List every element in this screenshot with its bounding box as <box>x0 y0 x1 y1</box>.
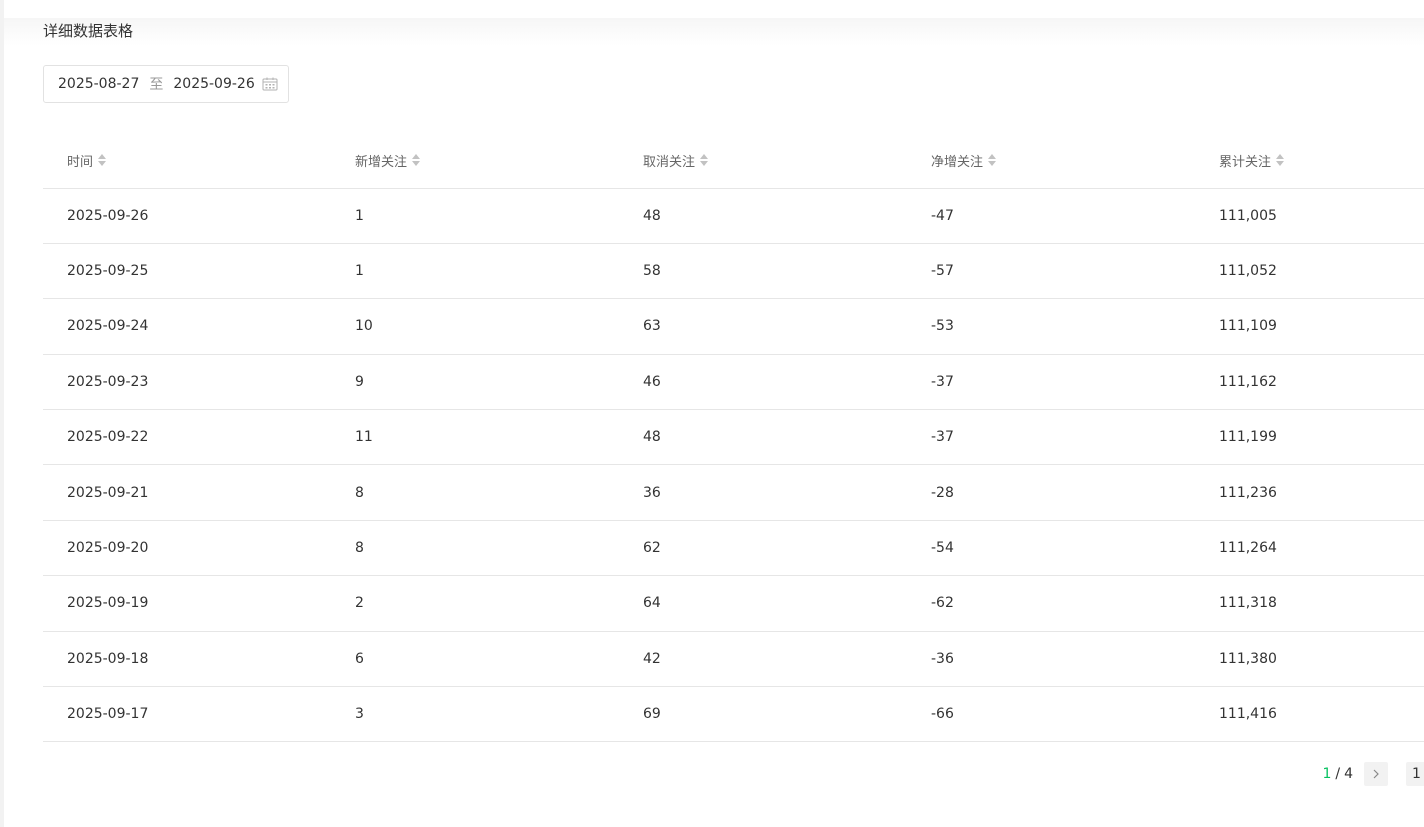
table-cell: 48 <box>619 188 907 244</box>
column-header-label: 新增关注 <box>355 154 408 170</box>
table-cell: 111,416 <box>1195 686 1424 743</box>
table-cell: 2025-09-24 <box>43 298 331 355</box>
table-cell: 111,318 <box>1195 575 1424 632</box>
table-cell: 64 <box>619 575 907 632</box>
table-row: 2025-09-26 1 48 -47 111,005 <box>43 188 1424 244</box>
table-cell: 8 <box>331 520 619 577</box>
pagination: 1 / 4 1 <box>1322 761 1424 787</box>
sort-icon[interactable] <box>699 152 709 168</box>
table-cell: 2025-09-22 <box>43 409 331 466</box>
top-area <box>4 0 1424 18</box>
table-cell: -36 <box>907 631 1195 688</box>
section-title: 详细数据表格 <box>43 22 134 40</box>
table-cell: 2025-09-20 <box>43 520 331 577</box>
pagination-total: 4 <box>1344 766 1353 782</box>
date-range-start[interactable]: 2025-08-27 <box>58 76 139 92</box>
table-row: 2025-09-19 2 64 -62 111,318 <box>43 575 1424 632</box>
column-header[interactable]: 新增关注 <box>331 133 619 189</box>
pagination-separator: / <box>1335 766 1341 782</box>
column-header[interactable]: 净增关注 <box>907 133 1195 189</box>
column-header-label: 时间 <box>67 154 94 170</box>
table-cell: 111,236 <box>1195 464 1424 521</box>
sort-icon[interactable] <box>411 152 421 168</box>
table-header-row: 时间 新增关注 取消关注 净增关注 累计关注 <box>43 133 1424 189</box>
table-cell: 2025-09-23 <box>43 354 331 411</box>
table-cell: -54 <box>907 520 1195 577</box>
table-cell: 46 <box>619 354 907 411</box>
table-cell: 111,109 <box>1195 298 1424 355</box>
table-cell: 2025-09-17 <box>43 686 331 743</box>
column-header[interactable]: 累计关注 <box>1195 133 1424 189</box>
column-header-label: 取消关注 <box>643 154 696 170</box>
table-cell: 3 <box>331 686 619 743</box>
table-row: 2025-09-24 10 63 -53 111,109 <box>43 298 1424 355</box>
table-row: 2025-09-25 1 58 -57 111,052 <box>43 243 1424 300</box>
table-row: 2025-09-20 8 62 -54 111,264 <box>43 520 1424 577</box>
table-row: 2025-09-21 8 36 -28 111,236 <box>43 464 1424 521</box>
calendar-icon[interactable] <box>262 77 278 91</box>
table-cell: 111,199 <box>1195 409 1424 466</box>
data-table: 时间 新增关注 取消关注 净增关注 累计关注 2025-09-26 1 48 -47 111,0… <box>43 133 1424 743</box>
table-row: 2025-09-17 3 69 -66 111,416 <box>43 686 1424 743</box>
column-header-content: 时间 <box>67 151 107 170</box>
table-cell: 2025-09-19 <box>43 575 331 632</box>
date-range-separator: 至 <box>149 77 164 93</box>
sort-icon[interactable] <box>1275 152 1285 168</box>
column-header-content: 累计关注 <box>1219 151 1285 170</box>
column-header-label: 累计关注 <box>1219 154 1272 170</box>
table-row: 2025-09-22 11 48 -37 111,199 <box>43 409 1424 466</box>
table-cell: 111,052 <box>1195 243 1424 300</box>
table-cell: 111,162 <box>1195 354 1424 411</box>
table-cell: 2025-09-21 <box>43 464 331 521</box>
table-cell: 111,264 <box>1195 520 1424 577</box>
table-cell: -62 <box>907 575 1195 632</box>
date-range-end[interactable]: 2025-09-26 <box>173 76 254 92</box>
page-jump-input[interactable]: 1 <box>1406 762 1424 786</box>
column-header-content: 新增关注 <box>355 151 421 170</box>
table-cell: -66 <box>907 686 1195 743</box>
table-cell: 36 <box>619 464 907 521</box>
column-header-content: 净增关注 <box>931 151 997 170</box>
table-cell: 69 <box>619 686 907 743</box>
table-cell: -53 <box>907 298 1195 355</box>
pagination-current: 1 <box>1322 766 1332 782</box>
table-cell: 1 <box>331 188 619 244</box>
card-header-shade <box>4 18 1424 46</box>
table-cell: -37 <box>907 354 1195 411</box>
table-cell: 10 <box>331 298 619 355</box>
table-cell: 48 <box>619 409 907 466</box>
table-cell: 1 <box>331 243 619 300</box>
table-cell: 2 <box>331 575 619 632</box>
column-header[interactable]: 取消关注 <box>619 133 907 189</box>
table-cell: 2025-09-26 <box>43 188 331 244</box>
table-cell: 58 <box>619 243 907 300</box>
table-cell: 111,005 <box>1195 188 1424 244</box>
date-range-picker[interactable]: 2025-08-27 至 2025-09-26 <box>43 65 289 103</box>
table-cell: 2025-09-25 <box>43 243 331 300</box>
column-header-content: 取消关注 <box>643 151 709 170</box>
table-cell: 9 <box>331 354 619 411</box>
table-row: 2025-09-18 6 42 -36 111,380 <box>43 631 1424 688</box>
table-cell: 111,380 <box>1195 631 1424 688</box>
table-cell: 11 <box>331 409 619 466</box>
column-header[interactable]: 时间 <box>43 133 331 189</box>
table-body: 2025-09-26 1 48 -47 111,005 2025-09-25 1 58 -57 1… <box>43 188 1424 743</box>
table-cell: -28 <box>907 464 1195 521</box>
table-cell: -37 <box>907 409 1195 466</box>
table-cell: 62 <box>619 520 907 577</box>
chevron-right-icon <box>1373 769 1379 779</box>
table-cell: 2025-09-18 <box>43 631 331 688</box>
sort-icon[interactable] <box>97 152 107 168</box>
table-cell: 63 <box>619 298 907 355</box>
table-cell: -47 <box>907 188 1195 244</box>
left-edge-strip <box>0 0 4 827</box>
table-cell: 6 <box>331 631 619 688</box>
table-cell: 42 <box>619 631 907 688</box>
column-header-label: 净增关注 <box>931 154 984 170</box>
next-page-button[interactable] <box>1364 762 1388 786</box>
table-row: 2025-09-23 9 46 -37 111,162 <box>43 354 1424 411</box>
table-cell: 8 <box>331 464 619 521</box>
table-cell: -57 <box>907 243 1195 300</box>
sort-icon[interactable] <box>987 152 997 168</box>
